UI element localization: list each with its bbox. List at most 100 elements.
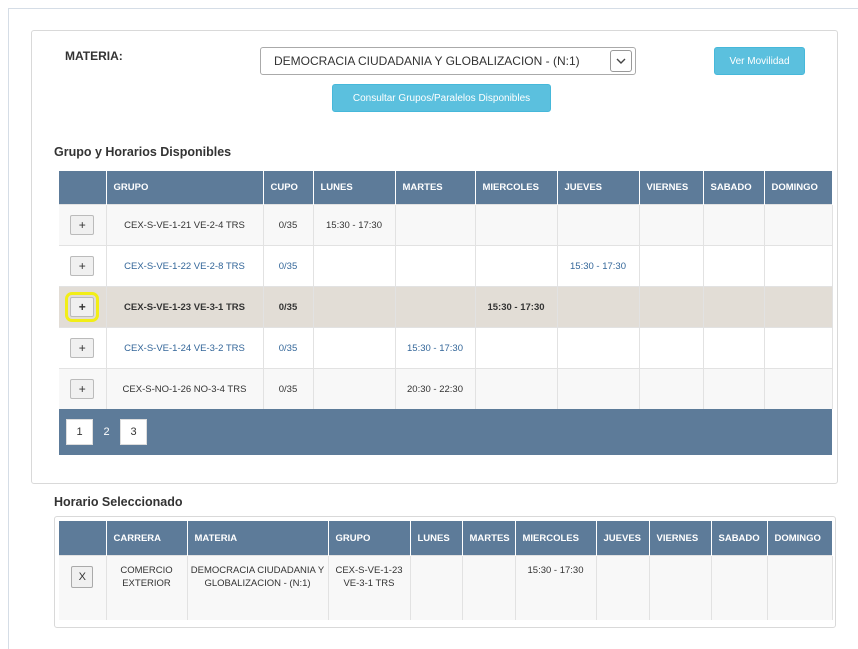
col-header-jueves: JUEVES <box>596 521 650 556</box>
cupo-cell: 0/35 <box>263 204 314 246</box>
col-header-sabado: SABADO <box>703 171 765 205</box>
col-header-martes: MARTES <box>462 521 516 556</box>
row-action-cell: + <box>59 286 107 328</box>
viernes-cell <box>649 555 712 620</box>
col-header-jueves: JUEVES <box>557 171 640 205</box>
domingo-cell <box>764 204 833 246</box>
horario-seleccionado-title: Horario Seleccionado <box>54 495 183 509</box>
row-action-cell: + <box>59 327 107 369</box>
sabado-cell <box>703 327 765 369</box>
selected-header-row: CARRERA MATERIA GRUPO LUNES MARTES MIERC… <box>59 521 833 556</box>
col-header-martes: MARTES <box>395 171 476 205</box>
materia-label: MATERIA: <box>65 49 123 63</box>
grupo-cell: CEX-S-NO-1-26 NO-3-4 TRS <box>106 368 264 409</box>
table-row: + CEX-S-VE-1-22 VE-2-8 TRS 0/35 15:30 - … <box>59 245 833 287</box>
col-header-domingo: DOMINGO <box>767 521 833 556</box>
grupos-section-title: Grupo y Horarios Disponibles <box>54 145 232 159</box>
lunes-cell <box>313 327 396 369</box>
table-row: + CEX-S-NO-1-26 NO-3-4 TRS 0/35 20:30 - … <box>59 368 833 409</box>
col-header-materia: MATERIA <box>187 521 329 556</box>
grupos-header-row: GRUPO CUPO LUNES MARTES MIERCOLES JUEVES… <box>59 171 833 205</box>
materia-select[interactable]: DEMOCRACIA CIUDADANIA Y GLOBALIZACION - … <box>260 47 636 75</box>
grupo-cell: CEX-S-VE-1-24 VE-3-2 TRS <box>106 327 264 369</box>
consultar-grupos-button[interactable]: Consultar Grupos/Paralelos Disponibles <box>332 84 551 112</box>
domingo-cell <box>764 245 833 287</box>
jueves-cell <box>557 368 640 409</box>
add-group-button[interactable]: + <box>70 338 95 358</box>
col-header-action <box>59 171 107 205</box>
pagination: 1 2 3 <box>66 419 147 445</box>
grupo-cell: CEX-S-VE-1-22 VE-2-8 TRS <box>106 245 264 287</box>
row-action-cell: X <box>59 555 107 620</box>
miercoles-cell <box>475 245 558 287</box>
add-group-button[interactable]: + <box>70 215 95 235</box>
grupo-cell: CEX-S-VE-1-21 VE-2-4 TRS <box>106 204 264 246</box>
miercoles-cell <box>475 204 558 246</box>
grupos-table: GRUPO CUPO LUNES MARTES MIERCOLES JUEVES… <box>59 171 833 455</box>
viernes-cell <box>639 286 704 328</box>
col-header-sabado: SABADO <box>711 521 768 556</box>
add-group-button[interactable]: + <box>70 256 95 276</box>
lunes-cell: 15:30 - 17:30 <box>313 204 396 246</box>
col-header-viernes: VIERNES <box>639 171 704 205</box>
page-1-button[interactable]: 1 <box>66 419 93 445</box>
viernes-cell <box>639 327 704 369</box>
row-action-cell: + <box>59 245 107 287</box>
add-group-button[interactable]: + <box>65 292 100 322</box>
domingo-cell <box>764 286 833 328</box>
materia-cell: DEMOCRACIA CIUDADANIA Y GLOBALIZACION - … <box>187 555 329 620</box>
ver-movilidad-button[interactable]: Ver Movilidad <box>714 47 805 75</box>
domingo-cell <box>764 327 833 369</box>
remove-selection-button[interactable]: X <box>71 566 94 588</box>
miercoles-cell <box>475 327 558 369</box>
martes-cell <box>462 555 516 620</box>
col-header-grupo: GRUPO <box>106 171 264 205</box>
col-header-action <box>59 521 107 556</box>
col-header-miercoles: MIERCOLES <box>515 521 597 556</box>
cupo-cell: 0/35 <box>263 368 314 409</box>
jueves-cell <box>557 204 640 246</box>
lunes-cell <box>313 245 396 287</box>
sabado-cell <box>703 204 765 246</box>
miercoles-cell <box>475 368 558 409</box>
selected-table: CARRERA MATERIA GRUPO LUNES MARTES MIERC… <box>59 521 833 620</box>
grupo-cell: CEX-S-VE-1-23 VE-3-1 TRS <box>106 286 264 328</box>
martes-cell: 20:30 - 22:30 <box>395 368 476 409</box>
martes-cell <box>395 245 476 287</box>
col-header-lunes: LUNES <box>410 521 463 556</box>
selected-row: X COMERCIO EXTERIOR DEMOCRACIA CIUDADANI… <box>59 555 833 620</box>
sabado-cell <box>703 245 765 287</box>
page-2-button[interactable]: 2 <box>93 419 120 445</box>
table-row: + CEX-S-VE-1-21 VE-2-4 TRS 0/35 15:30 - … <box>59 204 833 246</box>
viernes-cell <box>639 368 704 409</box>
domingo-cell <box>767 555 833 620</box>
lunes-cell <box>313 286 396 328</box>
jueves-cell <box>557 286 640 328</box>
jueves-cell: 15:30 - 17:30 <box>557 245 640 287</box>
viernes-cell <box>639 204 704 246</box>
add-group-button[interactable]: + <box>70 379 95 399</box>
row-action-cell: + <box>59 204 107 246</box>
cupo-cell: 0/35 <box>263 327 314 369</box>
col-header-carrera: CARRERA <box>106 521 188 556</box>
lunes-cell <box>410 555 463 620</box>
col-header-viernes: VIERNES <box>649 521 712 556</box>
pagination-cell: 1 2 3 <box>59 409 832 455</box>
pagination-row: 1 2 3 <box>59 409 832 455</box>
col-header-cupo: CUPO <box>263 171 314 205</box>
col-header-miercoles: MIERCOLES <box>475 171 558 205</box>
cupo-cell: 0/35 <box>263 245 314 287</box>
viernes-cell <box>639 245 704 287</box>
chevron-down-icon[interactable] <box>610 50 632 72</box>
martes-cell <box>395 204 476 246</box>
cupo-cell: 0/35 <box>263 286 314 328</box>
sabado-cell <box>703 368 765 409</box>
sabado-cell <box>711 555 768 620</box>
miercoles-cell: 15:30 - 17:30 <box>515 555 597 620</box>
col-header-lunes: LUNES <box>313 171 396 205</box>
materia-select-value: DEMOCRACIA CIUDADANIA Y GLOBALIZACION - … <box>274 54 580 68</box>
sabado-cell <box>703 286 765 328</box>
lunes-cell <box>313 368 396 409</box>
page-3-button[interactable]: 3 <box>120 419 147 445</box>
col-header-domingo: DOMINGO <box>764 171 833 205</box>
